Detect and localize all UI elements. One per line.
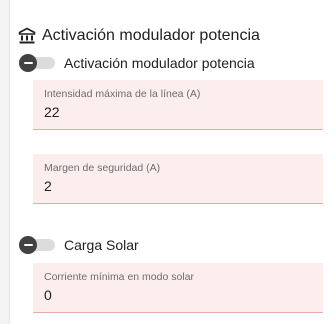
field-value[interactable]: 0 xyxy=(44,287,52,303)
left-edge-rule xyxy=(0,0,10,324)
field-label: Margen de seguridad (A) xyxy=(44,162,161,174)
toggle-off-icon xyxy=(19,54,37,72)
toggle-row-solar[interactable]: Carga Solar xyxy=(19,236,139,254)
max-line-current-field[interactable]: Intensidad máxima de la línea (A) 22 xyxy=(33,80,323,130)
section-header: Activación modulador potencia xyxy=(18,25,260,47)
toggle-label-solar: Carga Solar xyxy=(64,237,139,253)
solar-min-current-field[interactable]: Corriente mínima en modo solar 0 xyxy=(33,263,323,313)
section-title: Activación modulador potencia xyxy=(42,27,260,44)
field-value[interactable]: 2 xyxy=(44,178,52,194)
settings-panel: Activación modulador potencia Activación… xyxy=(11,0,336,324)
safety-margin-field[interactable]: Margen de seguridad (A) 2 xyxy=(33,154,323,204)
toggle-label-modulator: Activación modulador potencia xyxy=(64,55,255,71)
bank-building-icon xyxy=(18,27,36,45)
modulator-toggle-switch[interactable] xyxy=(19,54,55,72)
field-label: Intensidad máxima de la línea (A) xyxy=(44,88,201,100)
field-label: Corriente mínima en modo solar xyxy=(44,271,194,283)
toggle-row-modulator[interactable]: Activación modulador potencia xyxy=(19,54,255,72)
solar-toggle-switch[interactable] xyxy=(19,236,55,254)
toggle-off-icon xyxy=(19,236,37,254)
field-value[interactable]: 22 xyxy=(44,104,60,120)
